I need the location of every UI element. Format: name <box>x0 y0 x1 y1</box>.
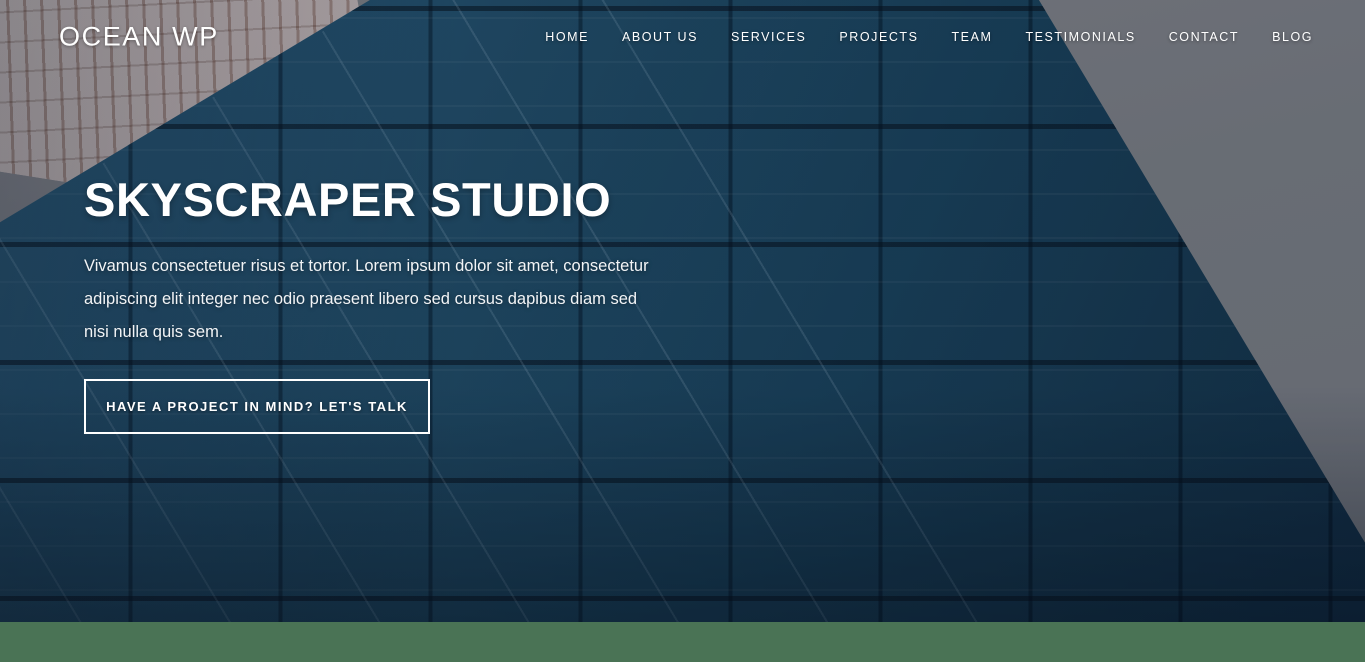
nav-link-projects[interactable]: PROJECTS <box>839 30 918 44</box>
nav-link-blog[interactable]: BLOG <box>1272 30 1313 44</box>
nav-link-testimonials[interactable]: TESTIMONIALS <box>1025 30 1135 44</box>
nav-link-contact[interactable]: CONTACT <box>1169 30 1239 44</box>
nav-link-home[interactable]: HOME <box>545 30 589 44</box>
hero-paragraph: Vivamus consectetuer risus et tortor. Lo… <box>84 256 649 341</box>
hero-content: SKYSCRAPER STUDIO Vivamus consectetuer r… <box>84 173 704 434</box>
nav-link-about-us[interactable]: ABOUT US <box>622 30 698 44</box>
hero-section: OCEAN WP HOME ABOUT US SERVICES PROJECTS… <box>0 0 1365 622</box>
site-header: OCEAN WP HOME ABOUT US SERVICES PROJECTS… <box>0 0 1365 74</box>
hero-title: SKYSCRAPER STUDIO <box>84 173 612 226</box>
nav-link-team[interactable]: TEAM <box>952 30 993 44</box>
page-root: OCEAN WP HOME ABOUT US SERVICES PROJECTS… <box>0 0 1365 662</box>
green-section-strip <box>0 622 1365 662</box>
primary-navigation: HOME ABOUT US SERVICES PROJECTS TEAM TES… <box>545 30 1313 44</box>
site-logo[interactable]: OCEAN WP <box>59 22 219 53</box>
hero-cta-button[interactable]: HAVE A PROJECT IN MIND? LET'S TALK <box>84 378 430 434</box>
nav-link-services[interactable]: SERVICES <box>731 30 806 44</box>
